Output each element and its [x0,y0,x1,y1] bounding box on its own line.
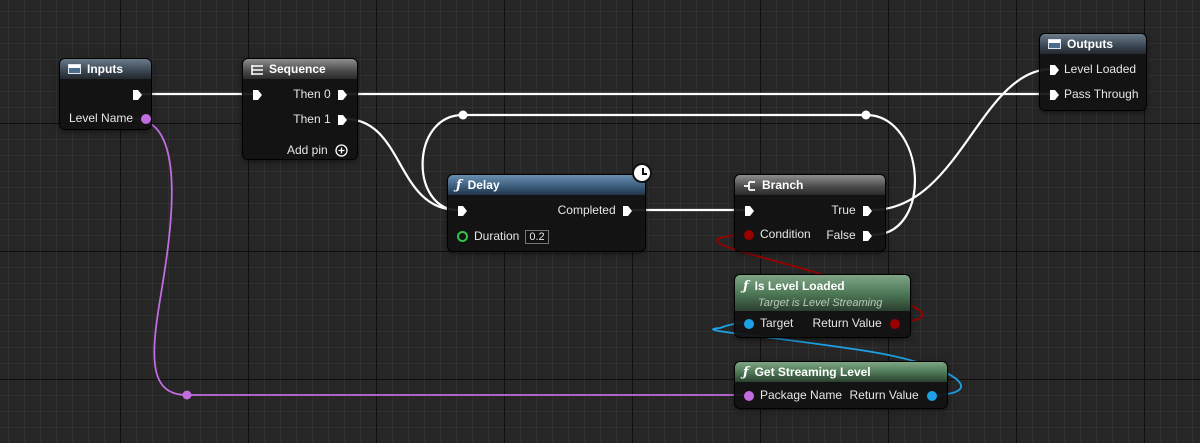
add-pin-icon[interactable] [335,144,348,157]
is-level-loaded-target-pin[interactable]: Target [744,316,793,330]
then0-label: Then 0 [293,87,331,101]
outputs-pass-through-pin[interactable]: Pass Through [1049,87,1139,101]
inputs-node-header[interactable]: Inputs [60,59,151,79]
is-level-loaded-return-pin[interactable]: Return Value [812,316,900,330]
outputs-title: Outputs [1067,37,1113,51]
wire-true-to-levelloaded[interactable] [871,67,1053,212]
get-streaming-level-header[interactable]: ƒ Get Streaming Level [735,362,947,382]
window-icon [1048,39,1061,49]
bool-pin-icon[interactable] [744,229,754,240]
return-value-label: Return Value [849,388,919,402]
return-value-label: Return Value [812,316,882,330]
delay-exec-in[interactable] [457,203,468,217]
branch-icon [744,180,755,191]
exec-pin-icon[interactable] [862,230,873,242]
sequence-exec-in[interactable] [252,87,263,101]
outputs-level-loaded-pin[interactable]: Level Loaded [1049,62,1136,76]
sequence-title: Sequence [269,62,326,76]
delay-duration-pin[interactable]: Duration 0.2 [457,229,549,244]
exec-pin-icon[interactable] [744,205,755,217]
is-level-loaded-header[interactable]: ƒ Is Level Loaded Target is Level Streami… [735,275,910,311]
exec-pin-icon[interactable] [862,205,873,217]
inputs-level-name-pin[interactable]: Level Name [69,111,152,125]
is-level-loaded-title: Is Level Loaded [754,279,845,293]
inputs-exec-out[interactable] [132,87,143,101]
package-name-label: Package Name [760,388,843,402]
delay-node-header[interactable]: ƒ Delay [448,175,645,195]
true-label: True [831,203,856,217]
reroute-knot-string[interactable] [182,390,192,400]
branch-node[interactable]: Branch True Condition False [735,175,885,251]
get-streaming-level-title: Get Streaming Level [754,365,871,379]
branch-false-pin[interactable]: False [826,228,873,242]
wire-then1-to-delay[interactable] [344,117,459,212]
bool-pin-icon[interactable] [890,318,900,329]
exec-pin-icon[interactable] [132,89,143,101]
completed-label: Completed [557,203,616,217]
exec-pin-icon[interactable] [457,205,468,217]
branch-condition-pin[interactable]: Condition [744,227,811,241]
level-name-label: Level Name [69,111,134,125]
outputs-node[interactable]: Outputs Level Loaded Pass Through [1040,34,1146,110]
false-label: False [826,228,856,242]
sequence-then1-pin[interactable]: Then 1 [293,112,348,126]
delay-node[interactable]: ƒ Delay Completed Duration 0.2 [448,175,645,251]
branch-title: Branch [762,178,804,192]
function-icon: ƒ [743,279,749,294]
reroute-knot-left[interactable] [458,110,468,120]
then1-label: Then 1 [293,112,331,126]
branch-true-pin[interactable]: True [831,203,873,217]
get-streaming-level-return-pin[interactable]: Return Value [849,388,937,402]
is-level-loaded-subtitle: Target is Level Streaming [758,297,883,309]
branch-exec-in[interactable] [744,203,755,217]
add-pin-label: Add pin [286,143,328,157]
object-pin-icon[interactable] [744,318,754,329]
outputs-node-header[interactable]: Outputs [1040,34,1146,54]
inputs-title: Inputs [87,62,123,76]
duration-input[interactable]: 0.2 [525,230,549,244]
is-level-loaded-node[interactable]: ƒ Is Level Loaded Target is Level Streami… [735,275,910,337]
sequence-node-header[interactable]: Sequence [243,59,357,79]
latent-clock-icon [632,163,652,183]
level-loaded-label: Level Loaded [1064,62,1137,76]
function-icon: ƒ [743,365,749,380]
sequence-node[interactable]: Sequence Then 0 Then 1 Add pin [243,59,357,159]
get-streaming-level-node[interactable]: ƒ Get Streaming Level Package Name Return… [735,362,947,408]
condition-label: Condition [760,227,811,241]
pass-through-label: Pass Through [1064,87,1139,101]
branch-node-header[interactable]: Branch [735,175,885,195]
inputs-node[interactable]: Inputs Level Name [60,59,152,129]
exec-pin-icon[interactable] [337,89,348,101]
sequence-add-pin[interactable]: Add pin [287,143,348,157]
target-label: Target [760,316,794,330]
sequence-icon [251,64,263,75]
string-pin-icon[interactable] [744,390,754,401]
package-name-pin[interactable]: Package Name [744,388,842,402]
function-icon: ƒ [456,178,462,193]
window-icon [68,64,81,74]
duration-label: Duration [474,229,520,243]
delay-completed-pin[interactable]: Completed [558,203,633,217]
delay-title: Delay [467,178,500,192]
exec-pin-icon[interactable] [337,114,348,126]
reroute-knot-right[interactable] [861,110,871,120]
exec-pin-icon[interactable] [1049,64,1060,76]
float-pin-icon[interactable] [457,231,468,243]
sequence-then0-pin[interactable]: Then 0 [293,87,348,101]
object-pin-icon[interactable] [927,390,937,401]
exec-pin-icon[interactable] [1049,89,1060,101]
exec-pin-icon[interactable] [252,89,263,101]
wire-levelname-to-packagename[interactable] [133,118,748,396]
exec-pin-icon[interactable] [622,205,633,217]
string-pin-icon[interactable] [141,113,152,124]
